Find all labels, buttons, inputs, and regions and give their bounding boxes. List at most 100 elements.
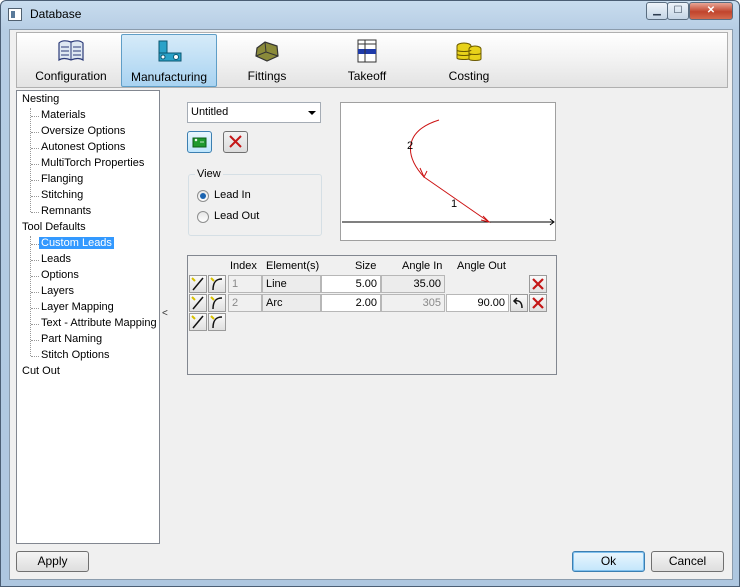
tree-item-options[interactable]: Options [41, 268, 79, 283]
panel-splitter[interactable]: < [161, 90, 171, 544]
new-lead-icon [192, 137, 207, 148]
costing-icon [456, 42, 482, 61]
tree-item-stitching[interactable]: Stitching [41, 188, 83, 203]
tree-branch [31, 356, 39, 357]
table-row-1-angle-in[interactable]: 35.00 [381, 275, 445, 293]
tree-item-autonest-options[interactable]: Autonest Options [41, 140, 125, 155]
close-button[interactable]: ✕ [689, 2, 733, 20]
col-header-index: Index [230, 260, 257, 272]
apply-button[interactable]: Apply [16, 551, 89, 572]
tree-item-stitch-options[interactable]: Stitch Options [41, 348, 109, 363]
append-line-button[interactable] [189, 313, 207, 331]
tree-branch [31, 244, 39, 245]
table-row-2-size[interactable]: 2.00 [321, 294, 381, 312]
tree-item-custom-leads[interactable]: Custom Leads [38, 236, 115, 251]
tree-item-custom-leads-label: Custom Leads [38, 236, 115, 250]
tab-costing[interactable]: Costing [421, 34, 517, 87]
tree-item-nesting[interactable]: Nesting [22, 92, 59, 107]
tab-costing-label: Costing [448, 69, 490, 83]
insert-arc-button[interactable] [208, 275, 226, 293]
tree-item-text-attribute-mapping[interactable]: Text - Attribute Mapping [41, 316, 157, 331]
tab-manufacturing-label: Manufacturing [130, 70, 208, 84]
minimize-button[interactable]: ▁ [646, 2, 668, 20]
tree-branch [31, 276, 39, 277]
delete-row-1-button[interactable] [529, 275, 547, 293]
delete-x-icon [532, 278, 544, 290]
lead-in-radio-circle[interactable] [197, 190, 209, 202]
delete-x-icon [532, 297, 544, 309]
tree-item-flanging[interactable]: Flanging [41, 172, 83, 187]
insert-arc-button[interactable] [208, 294, 226, 312]
takeoff-icon [357, 39, 377, 63]
tree-item-multitorch-properties[interactable]: MultiTorch Properties [41, 156, 144, 171]
tree-item-cut-out[interactable]: Cut Out [22, 364, 60, 379]
tab-fittings[interactable]: Fittings [219, 34, 315, 87]
table-row-2-element[interactable]: Arc [262, 294, 321, 312]
lead-name-dropdown[interactable]: Untitled [187, 102, 321, 123]
delete-x-icon [229, 135, 242, 148]
tree-branch [31, 340, 39, 341]
lead-name-value: Untitled [191, 106, 229, 118]
tree-branch [31, 180, 39, 181]
tree-item-layers[interactable]: Layers [41, 284, 74, 299]
database-window: Database ▁ ☐ ✕ Configuration Manufacturi… [0, 0, 740, 587]
tree-item-remnants[interactable]: Remnants [41, 204, 91, 219]
flip-direction-button[interactable] [510, 294, 528, 312]
tab-takeoff[interactable]: Takeoff [319, 34, 415, 87]
fittings-icon [255, 41, 279, 62]
tree-branch [31, 164, 39, 165]
tab-manufacturing[interactable]: Manufacturing [121, 34, 217, 87]
tree-branch [31, 292, 39, 293]
line-tool-icon [191, 315, 204, 329]
table-row-1-size[interactable]: 5.00 [321, 275, 381, 293]
tab-takeoff-label: Takeoff [347, 69, 387, 83]
arc-tool-icon [210, 296, 223, 310]
lead-elements-table: Index Element(s) Size Angle In Angle Out… [187, 255, 557, 375]
tree-item-materials[interactable]: Materials [41, 108, 86, 123]
delete-lead-button[interactable] [223, 131, 248, 153]
dialog-client: Configuration Manufacturing Fittings Tak… [9, 29, 733, 580]
lead-out-radio-label: Lead Out [214, 210, 260, 222]
append-arc-button[interactable] [208, 313, 226, 331]
maximize-button[interactable]: ☐ [667, 2, 689, 20]
collapse-arrow-icon[interactable]: < [162, 308, 168, 319]
tree-item-part-naming[interactable]: Part Naming [41, 332, 102, 347]
lead-out-radio-circle[interactable] [197, 211, 209, 223]
tab-fittings-label: Fittings [247, 69, 287, 83]
lead-out-radio[interactable]: Lead Out [197, 210, 307, 224]
app-icon [8, 8, 22, 21]
tree-item-oversize-options[interactable]: Oversize Options [41, 124, 125, 139]
tree-connector [30, 236, 31, 356]
insert-line-button[interactable] [189, 275, 207, 293]
manufacturing-icon [158, 40, 182, 62]
table-row-2-angle-in: 305 [381, 294, 445, 312]
new-lead-button[interactable] [187, 131, 212, 153]
col-header-angle-in: Angle In [402, 260, 443, 272]
lead-in-radio[interactable]: Lead In [197, 189, 307, 203]
tree-branch [31, 260, 39, 261]
tree-item-layer-mapping[interactable]: Layer Mapping [41, 300, 114, 315]
view-group: View Lead In Lead Out [188, 168, 322, 236]
tree-item-leads[interactable]: Leads [41, 252, 71, 267]
tree-item-tool-defaults[interactable]: Tool Defaults [22, 220, 86, 235]
insert-line-button[interactable] [189, 294, 207, 312]
tab-configuration[interactable]: Configuration [23, 34, 119, 87]
col-header-size: Size [355, 260, 377, 272]
delete-row-2-button[interactable] [529, 294, 547, 312]
lead-in-radio-label: Lead In [214, 189, 251, 201]
ribbon-bar: Configuration Manufacturing Fittings Tak… [16, 32, 728, 88]
tree-branch [31, 132, 39, 133]
cancel-button[interactable]: Cancel [651, 551, 724, 572]
lead-preview-canvas: 2 1 [340, 102, 556, 241]
line-tool-icon [191, 296, 204, 310]
segment-label-2: 2 [407, 140, 413, 152]
lead-arc-segment [410, 119, 440, 178]
tree-branch [31, 148, 39, 149]
tree-branch [31, 308, 39, 309]
ok-button[interactable]: Ok [572, 551, 645, 572]
undo-arrow-icon [512, 297, 523, 309]
table-row-2-angle-out[interactable]: 90.00 [446, 294, 509, 312]
segment-label-1: 1 [451, 198, 457, 210]
table-row-1-element[interactable]: Line [262, 275, 321, 293]
window-title: Database [30, 7, 82, 21]
